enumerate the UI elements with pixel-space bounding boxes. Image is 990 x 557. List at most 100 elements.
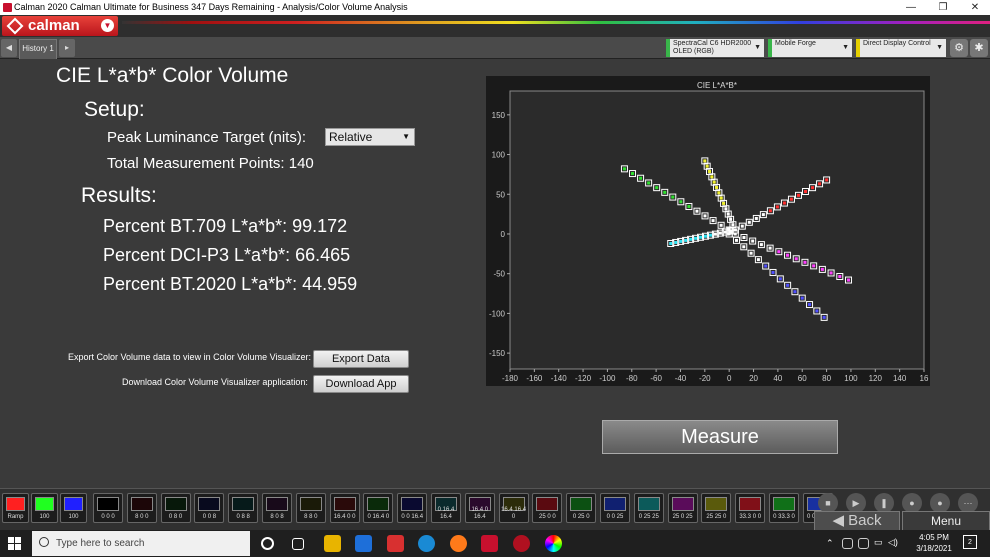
tray-app-icon[interactable]: [842, 538, 853, 549]
back-button[interactable]: ◀ Back: [814, 511, 900, 531]
pattern-swatch[interactable]: 0 25 0: [566, 493, 597, 523]
lab-scatter-chart: CIE L*A*B* 150 100 50 0 -50 -100 -150 -180 -160 -1…: [489, 81, 929, 383]
title-bar: Calman 2020 Calman Ultimate for Business…: [0, 0, 990, 15]
pattern-swatch[interactable]: 8 0 0: [126, 493, 157, 523]
calman-app-icon: [3, 3, 12, 12]
stop-icon[interactable]: ■: [818, 493, 838, 513]
data-point: [782, 201, 786, 205]
data-point: [740, 224, 744, 228]
pattern-swatch[interactable]: 0 0 8: [194, 493, 225, 523]
download-app-button[interactable]: Download App: [313, 375, 409, 393]
data-point: [631, 172, 635, 176]
export-data-button[interactable]: Export Data: [313, 350, 409, 368]
tools-icon[interactable]: ✱: [970, 39, 988, 57]
peak-luminance-select[interactable]: Relative ▼: [325, 128, 415, 146]
pattern-swatch[interactable]: 0 33.3 0: [769, 493, 799, 523]
pattern-generator-selector[interactable]: Mobile Forge ▼: [768, 39, 852, 57]
minimize-button[interactable]: —: [896, 0, 926, 15]
notification-count: 2: [968, 539, 972, 546]
data-point: [731, 223, 735, 227]
data-point: [717, 191, 721, 195]
pattern-swatch[interactable]: 16.4 0 16.4: [464, 493, 495, 523]
data-point: [754, 216, 758, 220]
file-explorer-icon[interactable]: [324, 535, 341, 552]
gift-app-icon[interactable]: [387, 535, 404, 552]
data-point: [820, 267, 824, 271]
app-icon[interactable]: [513, 535, 530, 552]
pattern-swatch[interactable]: 16.4 0 0: [329, 493, 360, 523]
data-point: [712, 180, 716, 184]
play-icon[interactable]: ▶: [846, 493, 866, 513]
pattern-swatch[interactable]: 25 25 0: [701, 493, 732, 523]
pattern-swatch[interactable]: 25 0 0: [532, 493, 563, 523]
data-point: [679, 239, 683, 243]
pattern-swatch[interactable]: 0 16.4 16.4: [431, 493, 461, 523]
pattern-swatch[interactable]: 25 0 25: [667, 493, 698, 523]
chevron-up-icon[interactable]: ⌃: [826, 538, 834, 549]
pattern-swatch[interactable]: 0 0 0: [93, 493, 123, 523]
data-point: [719, 223, 723, 227]
network-icon[interactable]: ▭: [874, 537, 883, 548]
tray-app-icon[interactable]: [858, 538, 869, 549]
close-button[interactable]: ✕: [960, 0, 990, 15]
pattern-swatch[interactable]: 0 0 25: [600, 493, 630, 523]
restore-button[interactable]: ❐: [928, 0, 958, 15]
data-point: [789, 197, 793, 201]
color-app-icon[interactable]: [545, 535, 562, 552]
notification-icon[interactable]: 2: [963, 535, 977, 549]
pattern-swatch[interactable]: 0 8 0: [160, 493, 191, 523]
settings-gear-icon[interactable]: ⚙: [950, 39, 968, 57]
clock-date: 3/18/2021: [916, 544, 952, 553]
options-icon[interactable]: ●: [930, 493, 950, 513]
edge-browser-icon[interactable]: [418, 535, 435, 552]
display-control-selector[interactable]: Direct Display Control ▼: [856, 39, 946, 57]
taskbar-clock[interactable]: 4:05 PM 3/18/2021: [914, 532, 954, 554]
pattern-swatch[interactable]: 16.4 16.4 0: [498, 493, 529, 523]
measure-button[interactable]: Measure: [602, 420, 838, 454]
y-tick-label: -50: [493, 270, 505, 279]
workflow-page: CIE L*a*b* Color Volume Setup: Peak Lumi…: [0, 60, 990, 488]
pattern-swatch[interactable]: 0 25 25: [633, 493, 664, 523]
pattern-swatch[interactable]: 0 16.4 0: [363, 493, 394, 523]
pattern-swatch[interactable]: 8 8 0: [295, 493, 326, 523]
volume-icon[interactable]: ◁): [888, 537, 898, 548]
mail-icon[interactable]: [355, 535, 372, 552]
task-view-icon[interactable]: [292, 538, 304, 550]
windows-start-icon[interactable]: [8, 537, 21, 550]
data-point: [703, 214, 707, 218]
chevron-down-icon: ▼: [842, 44, 849, 51]
data-point: [733, 228, 737, 232]
pattern-swatch[interactable]: 8 0 8: [262, 493, 292, 523]
cortana-icon[interactable]: [261, 537, 274, 550]
source-control[interactable]: Ramp: [2, 493, 29, 523]
swatch-label: 0 8 8: [236, 514, 250, 520]
record-icon[interactable]: ●: [902, 493, 922, 513]
chevron-down-icon: ▼: [936, 44, 943, 51]
app-menu-dropdown-icon[interactable]: ▼: [101, 19, 114, 32]
step-icon[interactable]: ❚: [874, 493, 894, 513]
source-control[interactable]: 100: [31, 493, 58, 523]
pattern-swatch[interactable]: 33.3 0 0: [735, 493, 766, 523]
data-point: [794, 257, 798, 261]
menu-button[interactable]: Menu: [902, 511, 990, 531]
source-control[interactable]: 100: [60, 493, 87, 523]
history-back-arrow-icon[interactable]: ◀: [1, 39, 17, 57]
firefox-icon[interactable]: [450, 535, 467, 552]
pattern-swatch[interactable]: 0 8 8: [228, 493, 259, 523]
data-point: [671, 195, 675, 199]
tab-history-1[interactable]: History 1: [19, 39, 57, 59]
data-point: [796, 193, 800, 197]
more-icon[interactable]: ⋯: [958, 493, 978, 513]
calman-taskbar-icon[interactable]: [481, 535, 498, 552]
taskbar-search-input[interactable]: Type here to search: [32, 531, 250, 556]
data-point: [768, 246, 772, 250]
data-point: [718, 231, 722, 235]
swatch-label: 0 8 0: [168, 514, 183, 520]
back-label: Back: [848, 512, 882, 529]
tab-scroll-arrow-icon[interactable]: ▸: [59, 39, 75, 57]
pattern-swatch[interactable]: 0 0 16.4: [397, 493, 428, 523]
source-device-selector[interactable]: SpectraCal C6 HDR2000 OLED (RGB) ▼: [666, 39, 764, 57]
calman-logo-button[interactable]: calman ▼: [2, 16, 118, 36]
result-bt709: Percent BT.709 L*a*b*: 99.172: [103, 216, 348, 236]
setup-heading: Setup:: [84, 98, 145, 121]
